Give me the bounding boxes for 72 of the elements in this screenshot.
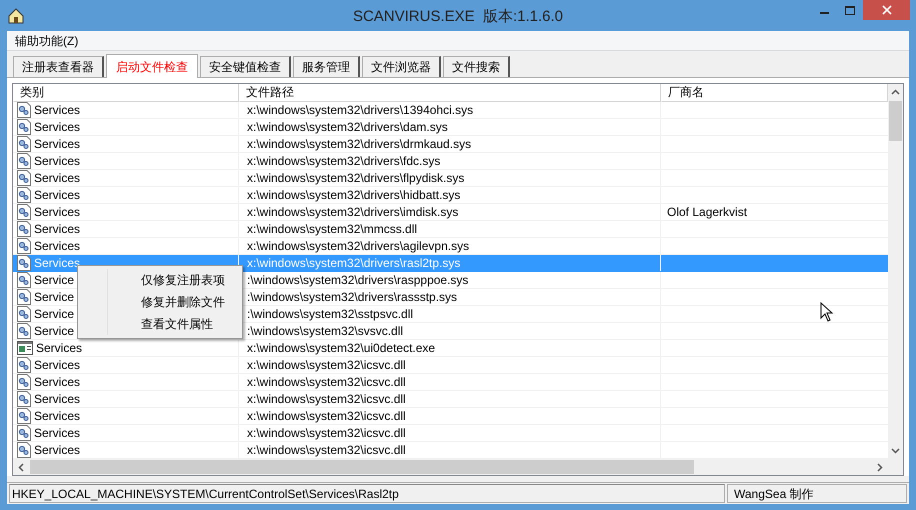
status-path: HKEY_LOCAL_MACHINE\SYSTEM\CurrentControlSet\Services\Rasl2tp	[9, 484, 725, 503]
tab[interactable]: 注册表查看器	[13, 56, 104, 77]
table-cell: x:\windows\system32\drivers\1394ohci.sys	[247, 102, 474, 118]
table-cell: x:\windows\system32\drivers\imdisk.sys	[247, 204, 458, 220]
tab[interactable]: 文件搜索	[443, 56, 510, 77]
table-cell: Services	[34, 119, 80, 135]
table-cell: :\windows\system32\drivers\rassstp.sys	[247, 289, 458, 305]
close-icon	[882, 5, 892, 15]
window-icon	[17, 341, 33, 355]
minimize-icon	[820, 12, 828, 14]
table-cell: x:\windows\system32\drivers\fdc.sys	[247, 153, 440, 169]
mouse-cursor-icon	[820, 302, 834, 322]
table-cell: Services	[34, 255, 80, 271]
table-cell: x:\windows\system32\icsvc.dll	[247, 425, 406, 441]
table-cell: Services	[34, 391, 80, 407]
table-cell: Service	[34, 323, 74, 339]
table-cell: x:\windows\system32\icsvc.dll	[247, 442, 406, 458]
column-header[interactable]: 文件路径	[239, 84, 661, 102]
table-cell: Services	[34, 425, 80, 441]
table-cell: Services	[34, 442, 80, 458]
scrollbar-thumb[interactable]	[30, 460, 694, 474]
table-cell: Services	[34, 136, 80, 152]
horizontal-scrollbar[interactable]	[13, 459, 903, 475]
table-cell: Services	[34, 187, 80, 203]
table-cell: Services	[34, 374, 80, 390]
scrollbar-thumb[interactable]	[889, 101, 902, 141]
close-button[interactable]	[863, 0, 910, 20]
table-cell: x:\windows\system32\drivers\agilevpn.sys	[247, 238, 470, 254]
table-cell: x:\windows\system32\drivers\dam.sys	[247, 119, 448, 135]
table-cell: Services	[34, 102, 80, 118]
table-cell: Services	[34, 204, 80, 220]
scroll-down-icon	[891, 448, 900, 454]
table-cell: Services	[36, 340, 82, 356]
vertical-scrollbar[interactable]	[888, 84, 903, 459]
table-cell: x:\windows\system32\icsvc.dll	[247, 374, 406, 390]
table-cell: Olof Lagerkvist	[667, 204, 748, 220]
table-cell: Services	[34, 408, 80, 424]
table-cell: :\windows\system32\drivers\raspppoe.sys	[247, 272, 468, 288]
table-cell: Services	[34, 170, 80, 186]
table-cell: x:\windows\system32\drivers\hidbatt.sys	[247, 187, 460, 203]
tab[interactable]: 启动文件检查	[106, 54, 198, 78]
table-cell: Service	[34, 272, 74, 288]
table-cell: x:\windows\system32\drivers\drmkaud.sys	[247, 136, 472, 152]
context-menu-item[interactable]: 仅修复注册表项	[107, 269, 242, 291]
table-cell: x:\windows\system32\mmcss.dll	[247, 221, 418, 237]
context-menu-item[interactable]: 查看文件属性	[107, 313, 242, 335]
table-cell: Services	[34, 221, 80, 237]
tab[interactable]: 服务管理	[293, 56, 360, 77]
table-cell: :\windows\system32\svsvc.dll	[247, 323, 404, 339]
column-header[interactable]: 厂商名	[661, 84, 888, 102]
scroll-right-icon	[877, 462, 883, 472]
table-cell: :\windows\system32\sstpsvc.dll	[247, 306, 414, 322]
table-cell: x:\windows\system32\icsvc.dll	[247, 408, 406, 424]
table-cell: Service	[34, 289, 74, 305]
tab[interactable]: 文件浏览器	[362, 56, 441, 77]
table-cell: x:\windows\system32\drivers\rasl2tp.sys	[247, 255, 460, 271]
scroll-up-icon	[891, 89, 900, 95]
table-cell: Services	[34, 357, 80, 373]
table-cell: Services	[34, 238, 80, 254]
table-cell: x:\windows\system32\icsvc.dll	[247, 357, 406, 373]
table-cell: Service	[34, 306, 74, 322]
context-menu-item[interactable]: 修复并删除文件	[107, 291, 242, 313]
table-cell: Services	[34, 153, 80, 169]
menu-item[interactable]: 辅助功能(Z)	[9, 32, 84, 50]
window-title: SCANVIRUS.EXE 版本:1.1.6.0	[352, 7, 564, 27]
status-credit: WangSea 制作	[727, 484, 907, 503]
tab[interactable]: 安全键值检查	[200, 56, 291, 77]
scroll-left-icon	[18, 462, 24, 472]
table-cell: x:\windows\system32\drivers\flpydisk.sys	[247, 170, 464, 186]
maximize-icon	[845, 6, 855, 14]
table-cell: x:\windows\system32\icsvc.dll	[247, 391, 406, 407]
table-cell: x:\windows\system32\ui0detect.exe	[247, 340, 436, 356]
